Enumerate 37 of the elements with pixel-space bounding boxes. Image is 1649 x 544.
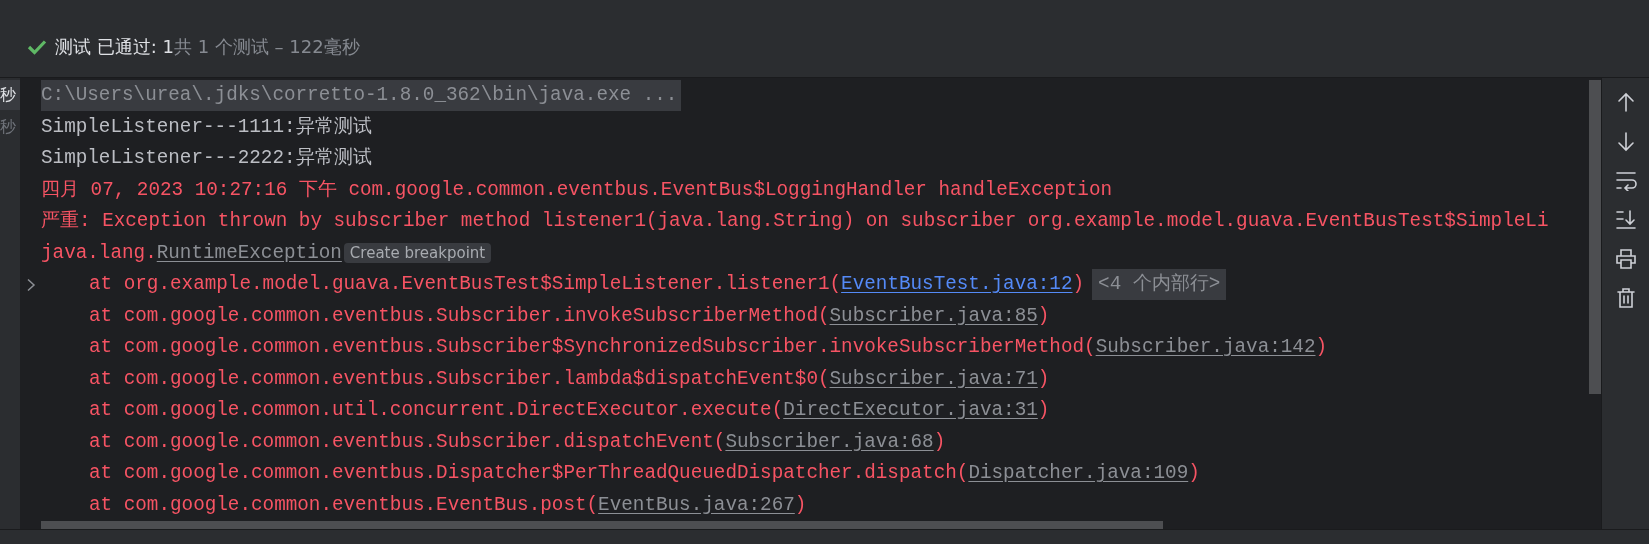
- output-line: SimpleListener---2222:异常测试: [41, 146, 372, 172]
- stack-trace-line: at com.google.common.eventbus.Subscriber.invokeSubscriberMethod(Subscriber.java:85): [89, 303, 1050, 329]
- source-link[interactable]: Dispatcher.java:109: [968, 462, 1189, 485]
- output-line: SimpleListener---1111:异常测试: [41, 114, 372, 140]
- test-summary: 共 1 个测试 – 122毫秒: [173, 34, 360, 59]
- test-duration-item[interactable]: 秒: [0, 80, 20, 110]
- error-line: 四月 07, 2023 10:27:16 下午 com.google.common.eventbus.EventBus$LoggingHandler handleException: [41, 177, 1113, 203]
- stack-trace-line: at com.google.common.eventbus.Subscriber.dispatchEvent(Subscriber.java:68): [89, 429, 946, 455]
- stack-trace-line: at com.google.common.util.concurrent.DirectExecutor.execute(DirectExecutor.java:31): [89, 398, 1050, 424]
- check-icon: [27, 38, 47, 55]
- scroll-to-end-icon[interactable]: [1614, 209, 1637, 230]
- error-line: 严重: Exception thrown by subscriber method listener1(java.lang.String) on subscriber org.example.model.guava.EventBusTest$SimpleLi: [41, 209, 1549, 235]
- stack-trace-line: at com.google.common.eventbus.Subscriber$SynchronizedSubscriber.invokeSubscriberMethod(Subscriber.java:142): [89, 335, 1328, 361]
- source-link[interactable]: Subscriber.java:71: [829, 367, 1038, 390]
- arrow-up-icon[interactable]: [1615, 92, 1636, 113]
- print-icon[interactable]: [1614, 248, 1637, 269]
- delete-icon[interactable]: [1615, 287, 1636, 309]
- soft-wrap-icon[interactable]: [1614, 170, 1637, 191]
- source-link[interactable]: Subscriber.java:68: [725, 430, 934, 453]
- vertical-scrollbar[interactable]: [1589, 80, 1601, 394]
- arrow-down-icon[interactable]: [1615, 131, 1636, 152]
- error-line: java.lang.RuntimeException: [41, 240, 342, 266]
- source-link[interactable]: EventBus.java:267: [598, 493, 795, 516]
- source-link[interactable]: Subscriber.java:142: [1095, 336, 1316, 359]
- stack-trace-line: at org.example.model.guava.EventBusTest$SimpleListener.listener1(EventBusTest.java:12): [89, 272, 1085, 298]
- status-label: 测试 已通过: 1: [55, 34, 174, 59]
- stack-trace-line: at com.google.common.eventbus.EventBus.post(EventBus.java:267): [89, 492, 807, 518]
- create-breakpoint-button[interactable]: Create breakpoint: [343, 243, 492, 264]
- source-link[interactable]: RuntimeException: [156, 241, 342, 264]
- stack-trace-line: at com.google.common.eventbus.Subscriber.lambda$dispatchEvent$0(Subscriber.java:71): [89, 366, 1050, 392]
- test-duration-item[interactable]: 秒: [0, 112, 20, 142]
- source-link[interactable]: DirectExecutor.java:31: [783, 399, 1038, 422]
- source-link[interactable]: Subscriber.java:85: [829, 304, 1038, 327]
- stack-trace-line: at com.google.common.eventbus.Dispatcher$PerThreadQueuedDispatcher.dispatch(Dispatcher.java:109): [89, 461, 1200, 487]
- horizontal-scrollbar[interactable]: [41, 520, 1163, 529]
- folded-lines-toggle[interactable]: <4 个内部行>: [1092, 269, 1227, 301]
- source-link[interactable]: EventBusTest.java:12: [841, 273, 1073, 296]
